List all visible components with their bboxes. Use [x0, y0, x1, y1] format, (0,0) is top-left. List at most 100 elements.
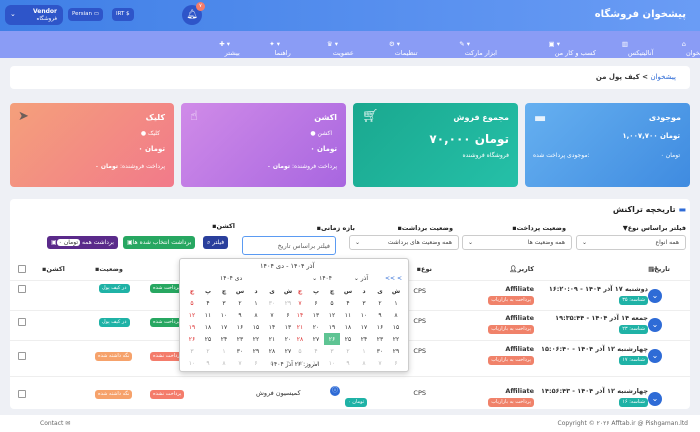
calendar-day[interactable]: ۳ — [324, 345, 340, 357]
calendar-day[interactable]: ۲۹ — [248, 345, 264, 357]
calendar-day[interactable]: ۸ — [388, 309, 404, 321]
row-expand-button[interactable]: ⌄ — [648, 289, 662, 303]
currency-switch[interactable]: IRT $ — [112, 8, 134, 21]
calendar-day[interactable]: ۱۶ — [372, 321, 388, 333]
calendar-day[interactable]: ۲۷ — [280, 345, 296, 357]
calendar-day[interactable]: ۱ — [356, 345, 372, 357]
row-expand-button[interactable]: ⌄ — [648, 318, 662, 332]
calendar-day[interactable]: ۱۶ — [232, 321, 248, 333]
calendar-day[interactable]: ۳۰ — [372, 345, 388, 357]
calendar-month-select[interactable]: ⌄ آذر — [354, 275, 368, 282]
calendar-prev-button[interactable]: << < — [385, 275, 402, 282]
row-expand-button[interactable]: ⌄ — [648, 392, 662, 406]
calendar-day[interactable]: ۲۴ — [216, 333, 232, 345]
calendar-day[interactable]: ۲ — [372, 297, 388, 309]
calendar-day[interactable]: ۲۴ — [356, 333, 372, 345]
calendar-day[interactable]: ۱۸ — [340, 321, 356, 333]
language-switch[interactable]: Persian ▭ — [68, 8, 103, 21]
calendar-day[interactable]: ۱ — [216, 345, 232, 357]
calendar-day[interactable]: ۴ — [340, 297, 356, 309]
calendar-day[interactable]: ۱ — [388, 297, 404, 309]
calendar-day[interactable]: ۱۸ — [200, 321, 216, 333]
calendar-day[interactable]: ۴ — [308, 345, 324, 357]
info-icon[interactable]: ⓘ — [330, 386, 340, 396]
calendar-day[interactable]: ۱۵ — [248, 321, 264, 333]
status-filter-select[interactable]: همه وضعیت ها ⌄ — [462, 235, 572, 250]
calendar-day[interactable]: ۲۰ — [308, 321, 324, 333]
calendar-day[interactable]: ۱۵ — [388, 321, 404, 333]
withdraw-selected-button[interactable]: ▣برداشت انتخاب شده ها — [123, 236, 196, 249]
nav-item-dashboard[interactable]: ⌂پیشخوان — [682, 40, 700, 57]
calendar-day[interactable]: ۱۳ — [308, 309, 324, 321]
row-checkbox[interactable] — [18, 318, 26, 326]
nav-item-market-tools[interactable]: ✎ ابزار مارکت ▾ — [459, 40, 497, 57]
calendar-day[interactable]: ۳۰ — [264, 297, 280, 309]
row-checkbox[interactable] — [18, 390, 26, 398]
select-all-checkbox[interactable] — [18, 265, 26, 273]
brand-title[interactable]: پیشخوان فروشگاه — [595, 9, 686, 20]
calendar-day[interactable]: ۱ — [248, 297, 264, 309]
calendar-day[interactable]: ۲ — [200, 345, 216, 357]
calendar-day[interactable]: ۲۰ — [280, 333, 296, 345]
row-expand-button[interactable]: ⌄ — [648, 349, 662, 363]
notifications-button[interactable]: 🔔︎ ۷ — [182, 2, 205, 25]
calendar-day[interactable]: ۷ — [264, 309, 280, 321]
calendar-day[interactable]: ۲۲ — [388, 333, 404, 345]
nav-item-guide[interactable]: ✦ راهنما ▾ — [269, 40, 291, 57]
calendar-day[interactable]: ۲۹ — [280, 297, 296, 309]
calendar-day[interactable]: ۱۴ — [264, 321, 280, 333]
calendar-day[interactable]: ۴ — [200, 297, 216, 309]
calendar-day[interactable]: ۶ — [308, 297, 324, 309]
calendar-day[interactable]: ۱۳ — [280, 321, 296, 333]
calendar-day[interactable]: ۹ — [232, 309, 248, 321]
calendar-day[interactable]: ۱۹ — [324, 321, 340, 333]
date-range-input[interactable]: فیلتر براساس تاریخ — [242, 236, 336, 255]
calendar-day[interactable]: ۲ — [232, 297, 248, 309]
calendar-day[interactable]: ۲ — [340, 345, 356, 357]
calendar-day[interactable]: ۱۰ — [216, 309, 232, 321]
contact-link[interactable]: Contact ✉ — [40, 420, 70, 427]
row-checkbox[interactable] — [18, 352, 26, 360]
calendar-day[interactable]: ۹ — [372, 309, 388, 321]
nav-item-business[interactable]: ▣ کسب و کار من ▾ — [549, 40, 596, 57]
calendar-day[interactable]: ۱۷ — [356, 321, 372, 333]
calendar-day[interactable]: ۳ — [184, 345, 200, 357]
calendar-day[interactable]: ۵ — [324, 297, 340, 309]
calendar-day[interactable]: ۲۷ — [308, 333, 324, 345]
calendar-day[interactable]: ۳ — [216, 297, 232, 309]
calendar-day[interactable]: ۱۱ — [340, 309, 356, 321]
calendar-day[interactable]: ۱۱ — [200, 309, 216, 321]
calendar-day[interactable]: ۳ — [356, 297, 372, 309]
calendar-day[interactable]: ۶ — [280, 309, 296, 321]
type-filter-select[interactable]: همه انواع ⌄ — [576, 235, 686, 250]
calendar-day[interactable]: ۱۹ — [184, 321, 200, 333]
calendar-day[interactable]: ۱۷ — [216, 321, 232, 333]
calendar-day[interactable]: ۱۲ — [184, 309, 200, 321]
calendar-day[interactable]: ۲۸ — [264, 345, 280, 357]
vendor-menu[interactable]: ⌄ Vendor فروشگاه — [5, 5, 63, 25]
breadcrumb-home[interactable]: پیشخوان — [650, 73, 676, 81]
calendar-day[interactable]: ۳۰ — [232, 345, 248, 357]
row-checkbox[interactable] — [18, 285, 26, 293]
calendar-day[interactable]: ۸ — [248, 309, 264, 321]
calendar-day[interactable]: ۲۶ — [324, 333, 340, 345]
calendar-day[interactable]: ۱۲ — [324, 309, 340, 321]
calendar-day[interactable]: ۲۲ — [248, 333, 264, 345]
calendar-day[interactable]: ۲۹ — [388, 345, 404, 357]
nav-item-analytics[interactable]: ▥ آنالیتیکس — [622, 40, 654, 57]
calendar-day[interactable]: ۲۳ — [232, 333, 248, 345]
calendar-day[interactable]: ۲۶ — [184, 333, 200, 345]
calendar-day[interactable]: ۲۵ — [340, 333, 356, 345]
withdraw-filter-select[interactable]: همه وضعیت های برداشت ⌄ — [349, 235, 459, 250]
calendar-year-select[interactable]: ⌄ ۱۴۰۴ — [312, 275, 332, 282]
nav-item-membership[interactable]: ♛ عضویت ▾ — [327, 40, 354, 57]
calendar-day[interactable]: ۲۱ — [264, 333, 280, 345]
nav-item-settings[interactable]: ⚙ تنظیمات ▾ — [389, 40, 418, 57]
calendar-day[interactable]: ۵ — [184, 297, 200, 309]
withdraw-all-button[interactable]: ▣ برداشت همه تومان ۰ — [47, 236, 118, 249]
calendar-day[interactable]: ۲۳ — [372, 333, 388, 345]
nav-item-more[interactable]: ✚ بیشتر ▾ — [219, 40, 240, 57]
calendar-day[interactable]: ۱۰ — [356, 309, 372, 321]
filter-button[interactable]: ⌕ فیلتر — [203, 236, 229, 249]
calendar-day[interactable]: ۲۵ — [200, 333, 216, 345]
